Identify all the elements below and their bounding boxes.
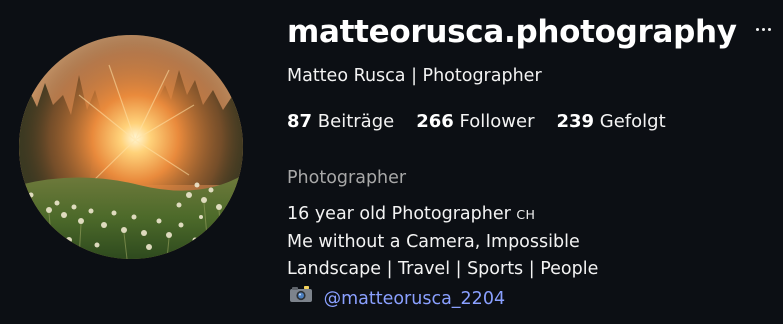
profile-stats: 87 Beiträge 266 Follower 239 Gefolgt [287, 111, 688, 132]
stat-value: 266 [416, 111, 454, 132]
display-name: Matteo Rusca | Photographer [287, 66, 542, 86]
more-dot [762, 27, 766, 31]
avatar-photo [19, 35, 243, 259]
bio-line: 16 year old Photographer CH [287, 201, 598, 229]
stat-label: Beiträge [317, 111, 395, 132]
stat-label: Gefolgt [599, 111, 666, 132]
bio-line: Landscape | Travel | Sports | People [287, 259, 599, 279]
bio-line: Me without a Camera, Impossible [287, 231, 580, 252]
profile-category: Photographer [287, 168, 407, 188]
stat-value: 239 [556, 111, 595, 132]
bio-line: @matteorusca_2204 [287, 284, 598, 314]
profile-avatar[interactable] [19, 35, 243, 259]
following-count[interactable]: 239 Gefolgt [556, 111, 665, 132]
username-row: matteorusca.photography [287, 14, 775, 50]
stat-value: 87 [287, 111, 313, 132]
profile-bio: 16 year old Photographer CH Me without a… [287, 201, 598, 313]
username: matteorusca.photography [287, 14, 737, 50]
more-horizontal-icon [756, 27, 760, 31]
more-options-button[interactable] [753, 19, 775, 39]
stat-label: Follower [459, 111, 535, 132]
more-dot [768, 27, 772, 31]
posts-count[interactable]: 87 Beiträge [287, 111, 394, 132]
camera-with-flash-icon [290, 285, 312, 302]
bio-text: 16 year old Photographer [287, 204, 517, 224]
country-code: CH [516, 207, 536, 222]
followers-count[interactable]: 266 Follower [416, 111, 534, 132]
mention-link[interactable]: @matteorusca_2204 [324, 289, 506, 309]
